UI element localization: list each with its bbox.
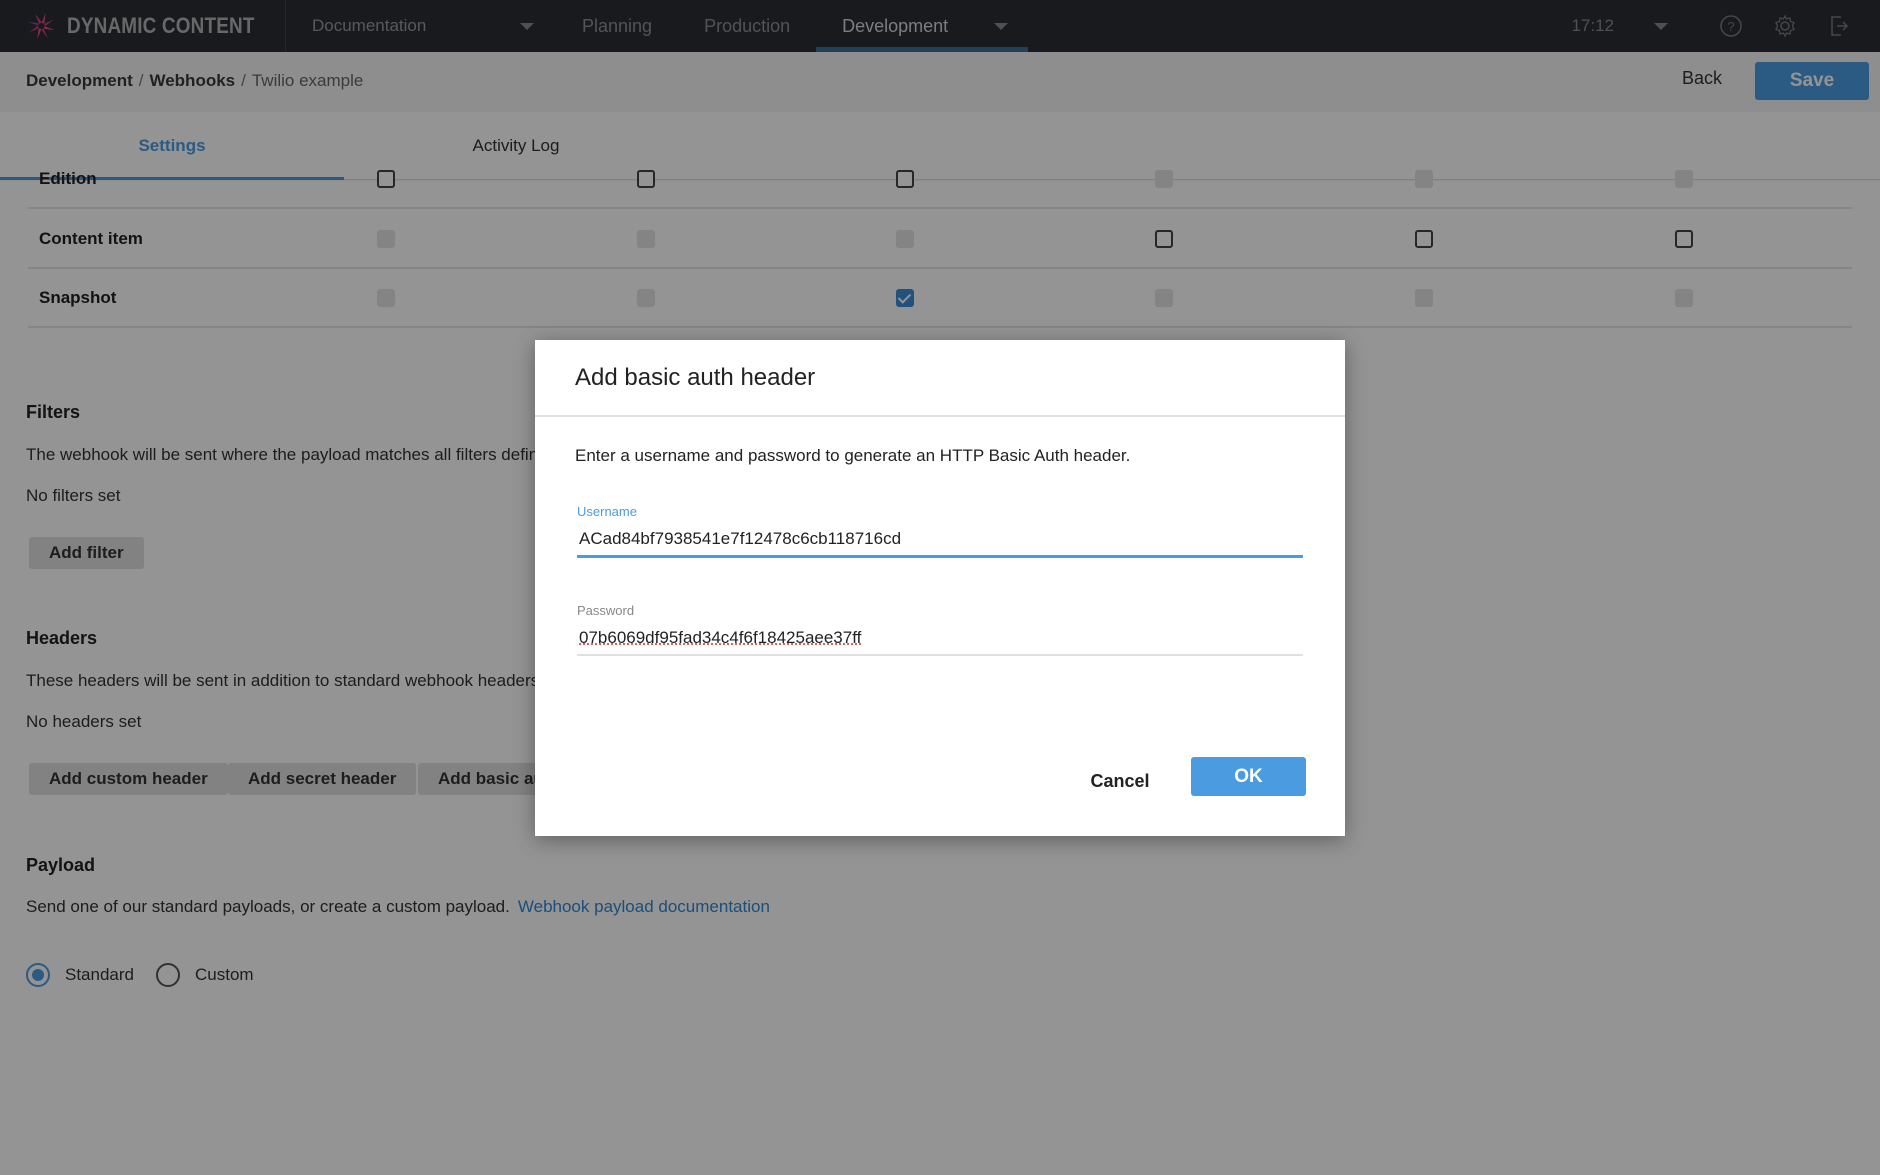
cancel-button[interactable]: Cancel <box>1075 762 1165 800</box>
password-input[interactable] <box>577 618 1303 654</box>
password-underline <box>577 654 1303 656</box>
username-label: Username <box>577 504 637 519</box>
password-field: Password <box>577 603 1303 656</box>
username-field: Username <box>577 504 1303 558</box>
dialog-description: Enter a username and password to generat… <box>575 446 1131 465</box>
basic-auth-dialog: Add basic auth header Enter a username a… <box>535 340 1345 836</box>
password-label: Password <box>577 603 635 618</box>
dialog-title: Add basic auth header <box>535 340 1345 417</box>
ok-button[interactable]: OK <box>1191 757 1306 796</box>
username-underline <box>577 555 1303 558</box>
username-input[interactable] <box>577 519 1303 555</box>
